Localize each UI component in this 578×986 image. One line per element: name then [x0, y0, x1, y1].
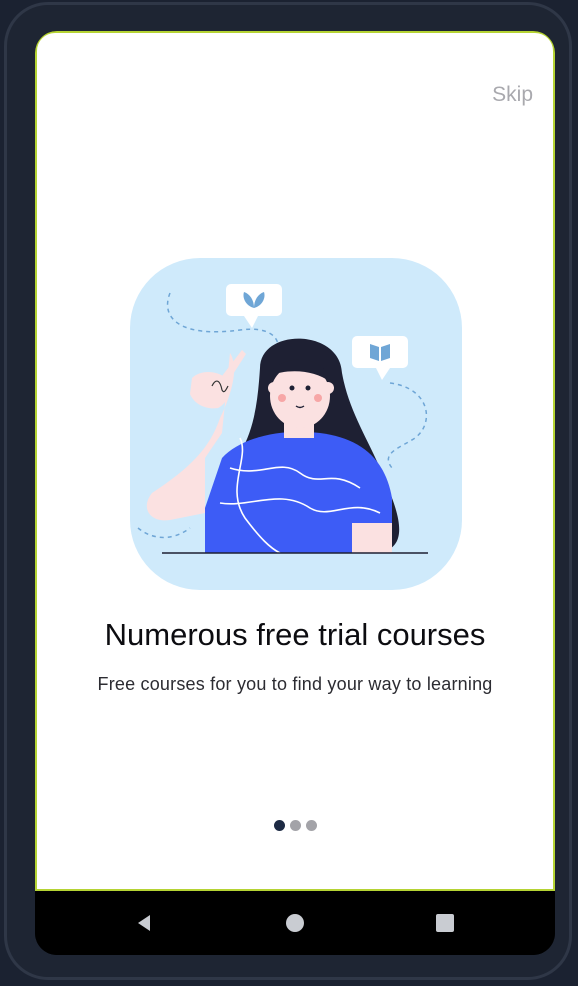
- device-frame: Skip Numerous free trial courses Free co…: [4, 2, 572, 980]
- onboarding-subtitle: Free courses for you to find your way to…: [97, 674, 493, 694]
- page-indicator: [37, 820, 553, 831]
- page-dot-3[interactable]: [305, 820, 317, 831]
- skip-button[interactable]: Skip: [492, 83, 533, 107]
- android-nav-bar: [35, 891, 555, 955]
- home-circle-icon[interactable]: [283, 911, 307, 935]
- phone-screen: Skip Numerous free trial courses Free co…: [35, 31, 555, 955]
- page-dot-2[interactable]: [289, 820, 301, 831]
- onboarding-screen: Skip Numerous free trial courses Free co…: [35, 31, 555, 891]
- onboarding-illustration: [130, 258, 462, 590]
- page-dot-1[interactable]: [273, 820, 285, 831]
- recents-square-icon[interactable]: [433, 911, 457, 935]
- onboarding-title: Numerous free trial courses: [104, 617, 486, 652]
- back-triangle-icon[interactable]: [132, 911, 156, 935]
